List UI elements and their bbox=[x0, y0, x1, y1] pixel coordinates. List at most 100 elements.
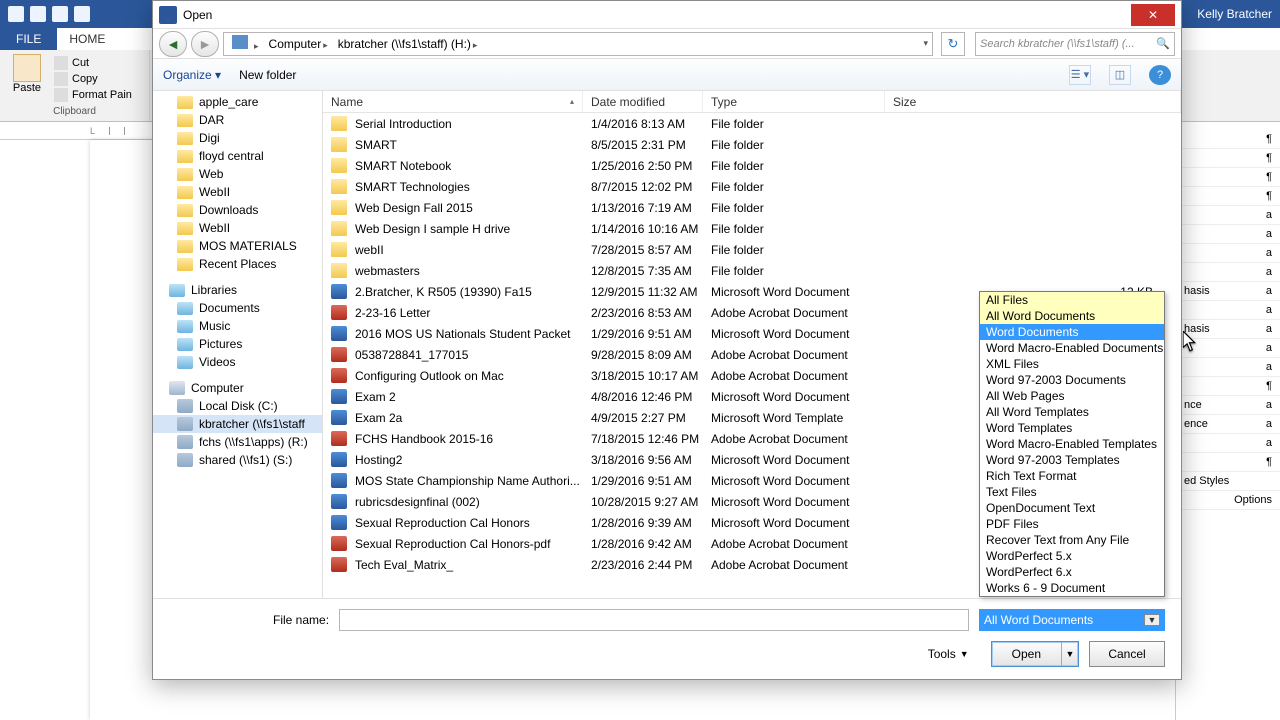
nav-folder[interactable]: Digi bbox=[153, 129, 322, 147]
style-row[interactable]: a bbox=[1176, 225, 1280, 244]
filter-option[interactable]: Recover Text from Any File bbox=[980, 532, 1164, 548]
nav-folder[interactable]: DAR bbox=[153, 111, 322, 129]
nav-folder[interactable]: Downloads bbox=[153, 201, 322, 219]
nav-folder[interactable]: WebII bbox=[153, 219, 322, 237]
filter-option[interactable]: Word 97-2003 Documents bbox=[980, 372, 1164, 388]
file-type-combo[interactable]: All Word Documents ▼ bbox=[979, 609, 1165, 631]
save-icon[interactable] bbox=[30, 6, 46, 22]
crumb-computer[interactable]: Computer▸ bbox=[265, 37, 334, 51]
filter-option[interactable]: XML Files bbox=[980, 356, 1164, 372]
filter-option[interactable]: Word Macro-Enabled Documents bbox=[980, 340, 1164, 356]
styles-options-link[interactable]: Options bbox=[1176, 491, 1280, 510]
style-row[interactable]: ¶ bbox=[1176, 149, 1280, 168]
nav-drive[interactable]: kbratcher (\\fs1\staff bbox=[153, 415, 322, 433]
crumb-drive[interactable]: kbratcher (\\fs1\staff) (H:)▸ bbox=[334, 37, 484, 51]
nav-folder[interactable]: apple_care bbox=[153, 93, 322, 111]
forward-button[interactable]: ► bbox=[191, 31, 219, 57]
tools-menu[interactable]: Tools▼ bbox=[928, 641, 969, 667]
paste-button[interactable]: Paste bbox=[6, 54, 48, 102]
nav-folder[interactable]: WebII bbox=[153, 183, 322, 201]
nav-drive[interactable]: shared (\\fs1) (S:) bbox=[153, 451, 322, 469]
filter-option[interactable]: All Web Pages bbox=[980, 388, 1164, 404]
search-input[interactable]: Search kbratcher (\\fs1\staff) (... 🔍 bbox=[975, 32, 1175, 56]
style-row[interactable]: ¶ bbox=[1176, 187, 1280, 206]
preview-pane-button[interactable]: ◫ bbox=[1109, 65, 1131, 85]
style-row[interactable]: ¶ bbox=[1176, 453, 1280, 472]
style-row[interactable]: encea bbox=[1176, 415, 1280, 434]
filter-option[interactable]: All Word Documents bbox=[980, 308, 1164, 324]
breadcrumb[interactable]: ▸ Computer▸ kbratcher (\\fs1\staff) (H:)… bbox=[223, 32, 933, 56]
style-row[interactable]: a bbox=[1176, 434, 1280, 453]
file-row[interactable]: SMART Technologies 8/7/2015 12:02 PM Fil… bbox=[323, 176, 1181, 197]
nav-folder[interactable]: MOS MATERIALS bbox=[153, 237, 322, 255]
file-row[interactable]: SMART 8/5/2015 2:31 PM File folder bbox=[323, 134, 1181, 155]
file-type-dropdown[interactable]: All FilesAll Word DocumentsWord Document… bbox=[979, 291, 1165, 597]
filter-option[interactable]: All Word Templates bbox=[980, 404, 1164, 420]
file-row[interactable]: SMART Notebook 1/25/2016 2:50 PM File fo… bbox=[323, 155, 1181, 176]
filter-option[interactable]: WordPerfect 5.x bbox=[980, 548, 1164, 564]
back-button[interactable]: ◄ bbox=[159, 31, 187, 57]
nav-library[interactable]: Videos bbox=[153, 353, 322, 371]
nav-library[interactable]: Music bbox=[153, 317, 322, 335]
style-row[interactable]: hasisa bbox=[1176, 282, 1280, 301]
nav-library[interactable]: Documents bbox=[153, 299, 322, 317]
style-row[interactable]: ed Styles bbox=[1176, 472, 1280, 491]
filter-option[interactable]: Word Documents bbox=[980, 324, 1164, 340]
style-row[interactable]: ¶ bbox=[1176, 168, 1280, 187]
new-folder-button[interactable]: New folder bbox=[239, 68, 296, 82]
filter-option[interactable]: Word 97-2003 Templates bbox=[980, 452, 1164, 468]
organize-menu[interactable]: Organize ▾ bbox=[163, 68, 221, 82]
nav-library[interactable]: Pictures bbox=[153, 335, 322, 353]
open-button[interactable]: Open ▼ bbox=[991, 641, 1079, 667]
view-menu[interactable]: ☰ ▾ bbox=[1069, 65, 1091, 85]
filter-option[interactable]: Word Macro-Enabled Templates bbox=[980, 436, 1164, 452]
tab-home[interactable]: HOME bbox=[57, 30, 117, 48]
filter-option[interactable]: All Files bbox=[980, 292, 1164, 308]
filter-option[interactable]: Works 6 - 9 Document bbox=[980, 580, 1164, 596]
file-row[interactable]: webmasters 12/8/2015 7:35 AM File folder bbox=[323, 260, 1181, 281]
undo-icon[interactable] bbox=[52, 6, 68, 22]
style-row[interactable]: hasisa bbox=[1176, 320, 1280, 339]
navigation-pane[interactable]: apple_careDARDigifloyd centralWebWebIIDo… bbox=[153, 91, 323, 598]
style-row[interactable]: a bbox=[1176, 206, 1280, 225]
style-row[interactable]: a bbox=[1176, 358, 1280, 377]
filter-option[interactable]: Rich Text Format bbox=[980, 468, 1164, 484]
filter-option[interactable]: Text Files bbox=[980, 484, 1164, 500]
tab-file[interactable]: FILE bbox=[0, 28, 57, 50]
close-button[interactable]: ✕ bbox=[1131, 4, 1175, 26]
filter-option[interactable]: Word Templates bbox=[980, 420, 1164, 436]
refresh-button[interactable]: ↻ bbox=[941, 32, 965, 56]
col-name[interactable]: Name▴ bbox=[323, 91, 583, 112]
chevron-down-icon[interactable]: ▼ bbox=[1062, 649, 1078, 659]
col-type[interactable]: Type bbox=[703, 91, 885, 112]
style-row[interactable]: ¶ bbox=[1176, 377, 1280, 396]
nav-drive[interactable]: Local Disk (C:) bbox=[153, 397, 322, 415]
file-row[interactable]: Web Design Fall 2015 1/13/2016 7:19 AM F… bbox=[323, 197, 1181, 218]
style-row[interactable]: a bbox=[1176, 301, 1280, 320]
style-row[interactable]: a bbox=[1176, 263, 1280, 282]
file-row[interactable]: Serial Introduction 1/4/2016 8:13 AM Fil… bbox=[323, 113, 1181, 134]
filter-option[interactable]: OpenDocument Text bbox=[980, 500, 1164, 516]
nav-computer[interactable]: Computer bbox=[153, 379, 322, 397]
nav-libraries[interactable]: Libraries bbox=[153, 281, 322, 299]
help-button[interactable]: ? bbox=[1149, 65, 1171, 85]
style-row[interactable]: ¶ bbox=[1176, 130, 1280, 149]
file-row[interactable]: webII 7/28/2015 8:57 AM File folder bbox=[323, 239, 1181, 260]
format-painter-button[interactable]: Format Pain bbox=[54, 88, 132, 102]
cut-button[interactable]: Cut bbox=[54, 56, 132, 70]
cancel-button[interactable]: Cancel bbox=[1089, 641, 1165, 667]
file-row[interactable]: Web Design I sample H drive 1/14/2016 10… bbox=[323, 218, 1181, 239]
nav-folder[interactable]: Web bbox=[153, 165, 322, 183]
nav-folder[interactable]: floyd central bbox=[153, 147, 322, 165]
style-row[interactable]: ncea bbox=[1176, 396, 1280, 415]
filter-option[interactable]: PDF Files bbox=[980, 516, 1164, 532]
style-row[interactable]: a bbox=[1176, 339, 1280, 358]
col-date[interactable]: Date modified bbox=[583, 91, 703, 112]
style-row[interactable]: a bbox=[1176, 244, 1280, 263]
filter-option[interactable]: WordPerfect 6.x bbox=[980, 564, 1164, 580]
nav-folder[interactable]: Recent Places bbox=[153, 255, 322, 273]
nav-drive[interactable]: fchs (\\fs1\apps) (R:) bbox=[153, 433, 322, 451]
column-headers[interactable]: Name▴ Date modified Type Size bbox=[323, 91, 1181, 113]
col-size[interactable]: Size bbox=[885, 91, 1181, 112]
file-name-input[interactable] bbox=[339, 609, 969, 631]
